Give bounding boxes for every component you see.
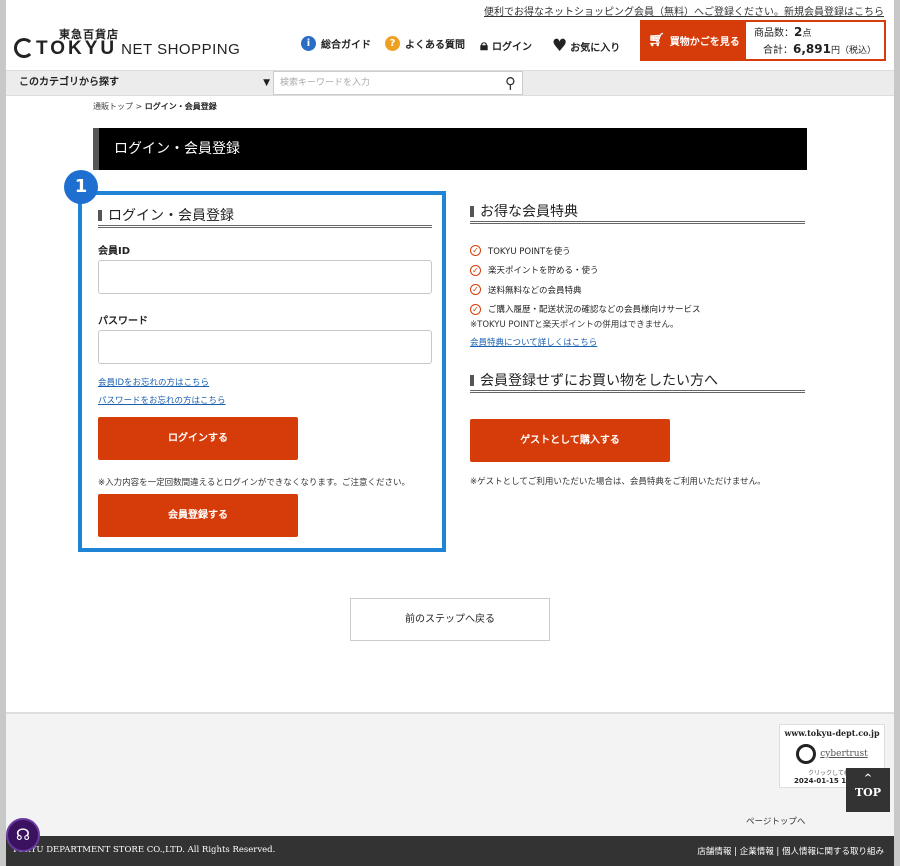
category-select[interactable]: このカテゴリから探す ▼: [14, 71, 272, 95]
cart-count-label: 商品数：: [754, 28, 794, 39]
info-icon: i: [301, 36, 316, 51]
logo-main: TOKYU NET SHOPPING: [14, 38, 240, 60]
cart-count: 商品数：2点: [754, 25, 876, 42]
benefit-text: TOKYU POINTを使う: [488, 246, 571, 257]
forgot-password-link[interactable]: パスワードをお忘れの方はこちら: [98, 394, 226, 406]
cart-total-label: 合計：: [763, 45, 793, 56]
login-button[interactable]: ログインする: [98, 417, 298, 460]
scroll-top-button[interactable]: ^ TOP: [846, 768, 890, 812]
forgot-id-link[interactable]: 会員IDをお忘れの方はこちら: [98, 376, 209, 388]
footer-links: 店舗情報 | 企業情報 | 個人情報に関する取り組み: [697, 845, 884, 857]
logo-netshopping-text: NET SHOPPING: [121, 41, 241, 58]
benefit-item: ✓ ご購入履歴・配送状況の確認などの会員様向けサービス: [470, 300, 810, 320]
cart-total-unit: 円: [830, 46, 840, 56]
tokyu-logo-icon: [14, 38, 34, 58]
member-id-label: 会員ID: [98, 246, 131, 257]
page-title: ログイン・会員登録: [93, 128, 807, 170]
nav-faq-label: よくある質問: [405, 40, 465, 51]
benefit-item: ✓ 楽天ポイントを貯める・使う: [470, 261, 810, 281]
step-badge: 1: [64, 170, 98, 204]
header: 東急百貨店 TOKYU NET SHOPPING i 総合ガイド ? よくある質問…: [6, 18, 894, 68]
breadcrumb: 通販トップ > ログイン・会員登録: [93, 101, 217, 112]
search-input[interactable]: 検索キーワードを入力 ⚲: [273, 71, 523, 95]
benefit-item: ✓ 送料無料などの会員特典: [470, 280, 810, 300]
cart-total: 合計：6,891円（税込）: [754, 42, 876, 59]
search-placeholder: 検索キーワードを入力: [280, 78, 371, 88]
search-bar: このカテゴリから探す ▼ 検索キーワードを入力 ⚲: [6, 70, 894, 96]
benefits-detail-link[interactable]: 会員特典について詳しくはこちら: [470, 336, 597, 348]
previous-step-button[interactable]: 前のステップへ戻る: [350, 598, 550, 641]
nav-guide[interactable]: i 総合ガイド: [301, 36, 371, 51]
login-panel: ログイン・会員登録 会員ID パスワード 会員IDをお忘れの方はこちら パスワー…: [78, 191, 446, 552]
nav-guide-label: 総合ガイド: [321, 40, 371, 51]
footer-link-store[interactable]: 店舗情報: [697, 847, 731, 857]
category-select-label: このカテゴリから探す: [19, 77, 119, 88]
footer-link-company[interactable]: 企業情報: [740, 847, 774, 857]
nav-faq[interactable]: ? よくある質問: [385, 36, 465, 51]
seal-mark: cybertrust: [796, 741, 868, 767]
nav-login[interactable]: 🔒︎ ログイン: [480, 36, 532, 54]
view-cart-button[interactable]: 🛒︎ 買物かごを見る: [642, 22, 746, 59]
cart-widget: 🛒︎ 買物かごを見る 商品数：2点 合計：6,891円（税込）: [640, 20, 886, 61]
page-top-link[interactable]: ページトップへ: [746, 815, 805, 827]
logo[interactable]: 東急百貨店 TOKYU NET SHOPPING: [14, 26, 240, 59]
guest-note: ※ゲストとしてご利用いただいた場合は、会員特典をご利用いただけません。: [470, 477, 766, 487]
view-cart-label: 買物かごを見る: [669, 37, 740, 48]
headset-icon: ☊: [15, 825, 31, 844]
caret-down-icon: ▼: [263, 78, 270, 88]
login-warning: ※入力内容を一定回数間違えるとログインができなくなります。ご注意ください。: [98, 478, 411, 488]
cart-tax-note: （税込）: [839, 46, 876, 56]
footer-link-separator: |: [773, 847, 782, 857]
footer-link-separator: |: [731, 847, 740, 857]
nav-favorites[interactable]: ♥ お気に入り: [552, 36, 620, 56]
heart-icon: ♥: [552, 36, 568, 56]
password-input[interactable]: [98, 330, 432, 364]
logo-tokyu-text: TOKYU: [36, 38, 118, 59]
footer-link-privacy[interactable]: 個人情報に関する取り組み: [782, 847, 884, 857]
login-heading: ログイン・会員登録: [98, 206, 432, 228]
register-promo-link[interactable]: 便利でお得なネットショッピング会員（無料）へご登録ください。新規会員登録はこちら: [484, 3, 884, 18]
register-button[interactable]: 会員登録する: [98, 494, 298, 537]
copyright: TOKYU DEPARTMENT STORE CO.,LTD. All Righ…: [12, 845, 276, 855]
guest-heading: 会員登録せずにお買い物をしたい方へ: [470, 371, 805, 393]
seal-url: www.tokyu-dept.co.jp: [784, 728, 880, 738]
guest-purchase-button[interactable]: ゲストとして購入する: [470, 419, 670, 462]
breadcrumb-home[interactable]: 通販トップ: [93, 102, 133, 111]
member-id-input[interactable]: [98, 260, 432, 294]
breadcrumb-separator: >: [133, 102, 145, 111]
benefit-text: ご購入履歴・配送状況の確認などの会員様向けサービス: [488, 305, 701, 316]
search-icon[interactable]: ⚲: [505, 74, 516, 92]
cybertrust-logo-icon: [796, 744, 817, 764]
breadcrumb-current: ログイン・会員登録: [144, 102, 217, 111]
benefit-text: 楽天ポイントを貯める・使う: [488, 266, 599, 277]
page: 便利でお得なネットショッピング会員（無料）へご登録ください。新規会員登録はこちら…: [6, 0, 894, 866]
seal-brand: cybertrust: [820, 749, 868, 759]
footer-bar: TOKYU DEPARTMENT STORE CO.,LTD. All Righ…: [6, 836, 894, 866]
cart-icon: 🛒︎: [648, 33, 665, 48]
nav-login-label: ログイン: [491, 41, 532, 53]
chat-support-button[interactable]: ☊: [6, 818, 40, 852]
chevron-up-icon: ^: [863, 773, 873, 784]
cart-count-unit: 点: [802, 29, 812, 39]
nav-favorites-label: お気に入り: [570, 42, 621, 54]
lock-icon: 🔒︎: [480, 36, 488, 54]
check-icon: ✓: [470, 264, 481, 276]
scroll-top-label: TOP: [854, 786, 882, 799]
benefit-item: ✓ TOKYU POINTを使う: [470, 241, 810, 261]
benefits-heading: お得な会員特典: [470, 202, 805, 224]
check-icon: ✓: [470, 284, 481, 296]
cart-summary: 商品数：2点 合計：6,891円（税込）: [746, 22, 884, 59]
benefit-text: 送料無料などの会員特典: [488, 285, 582, 296]
benefits-list: ✓ TOKYU POINTを使う ✓ 楽天ポイントを貯める・使う ✓ 送料無料などの会…: [470, 241, 810, 319]
password-label: パスワード: [98, 316, 148, 327]
benefits-note: ※TOKYU POINTと楽天ポイントの併用はできません。: [470, 320, 679, 330]
check-icon: ✓: [470, 303, 481, 315]
check-icon: ✓: [470, 245, 481, 257]
question-icon: ?: [385, 36, 400, 51]
cart-total-value: 6,891: [793, 42, 831, 56]
